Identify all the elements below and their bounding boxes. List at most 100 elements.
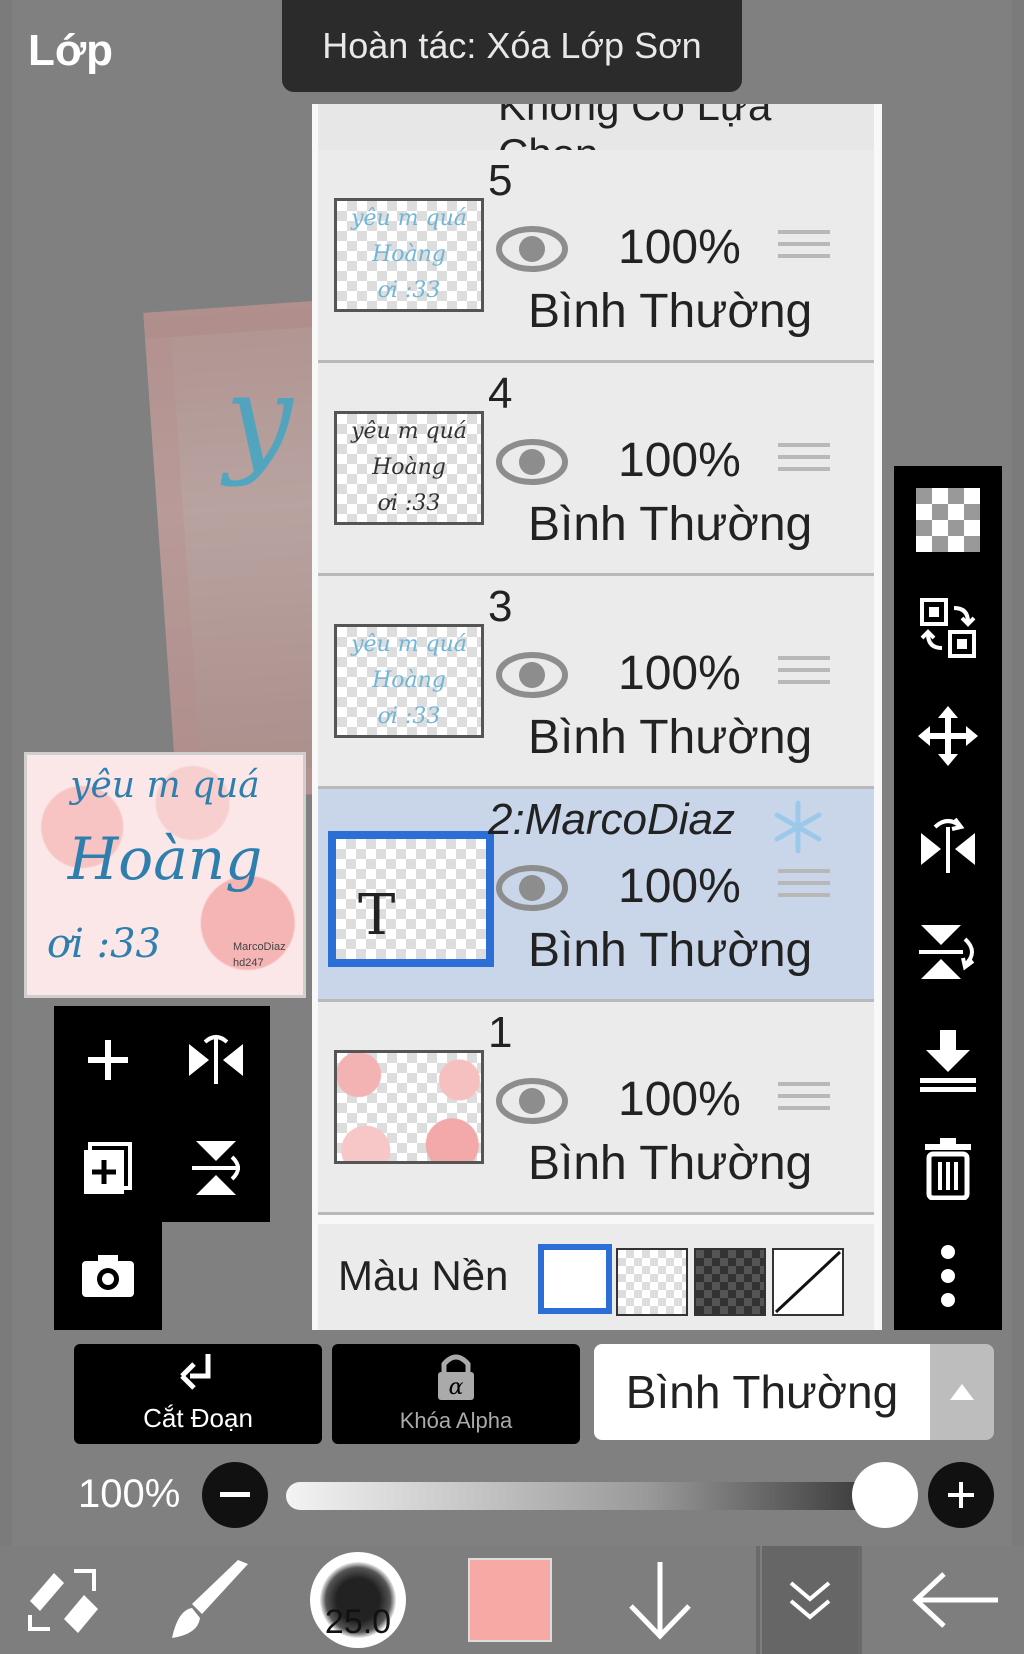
layer-row-3[interactable]: yêu m quá Hoàng ơi :33 3 100% Bình Thườn… xyxy=(318,576,874,789)
layer-thumbnail: yêu m quá Hoàng ơi :33 xyxy=(334,624,484,738)
preview-signature-id: hd247 xyxy=(233,957,264,969)
layer-row-1[interactable]: 1 100% Bình Thường xyxy=(318,1002,874,1215)
transparency-button[interactable] xyxy=(894,466,1002,574)
minus-icon xyxy=(220,1492,250,1497)
opacity-slider[interactable] xyxy=(286,1482,886,1510)
alpha-lock-button[interactable]: α Khóa Alpha xyxy=(332,1344,580,1444)
eye-icon[interactable] xyxy=(496,1076,568,1126)
lock-icon: α xyxy=(438,1354,474,1400)
flip-h-icon xyxy=(921,817,975,873)
flip-horizontal-button[interactable] xyxy=(162,1006,270,1114)
drag-handle-icon[interactable] xyxy=(778,230,830,270)
layer-list[interactable]: Không Có Lựa Chọn yêu m quá Hoàng ơi :33… xyxy=(312,104,882,1330)
duplicate-layer-button[interactable] xyxy=(54,1114,162,1222)
flip-vertical-button[interactable] xyxy=(162,1114,270,1222)
more-button[interactable] xyxy=(894,1222,1002,1330)
text-layer-glyph: T xyxy=(358,883,396,948)
background-color-label: Màu Nền xyxy=(338,1252,509,1299)
selection-row[interactable]: Không Có Lựa Chọn xyxy=(318,104,874,153)
layer-panel-button[interactable] xyxy=(762,1546,858,1654)
layer-thumbnail: yêu m quá Hoàng ơi :33 xyxy=(334,411,484,525)
blend-mode-toggle[interactable] xyxy=(930,1344,994,1440)
eye-icon[interactable] xyxy=(496,863,568,913)
swap-button[interactable] xyxy=(894,574,1002,682)
no-selection-label: Không Có Lựa Chọn xyxy=(498,104,772,150)
layer-row-5[interactable]: yêu m quá Hoàng ơi :33 5 100% Bình Thườn… xyxy=(318,150,874,363)
triangle-up-icon xyxy=(950,1384,974,1400)
layer-thumbnail xyxy=(334,1050,484,1164)
thumb-text: ơi :33 xyxy=(377,491,441,516)
back-button[interactable] xyxy=(900,1546,1010,1654)
bg-swatch-light-checker[interactable] xyxy=(616,1248,688,1316)
panel-title: Lớp xyxy=(28,26,114,75)
thumb-text: yêu m quá xyxy=(351,419,467,444)
eye-icon[interactable] xyxy=(496,437,568,487)
merge-down-button[interactable] xyxy=(894,1006,1002,1114)
drag-handle-icon[interactable] xyxy=(778,1082,830,1122)
bg-swatch-dark-checker[interactable] xyxy=(694,1248,766,1316)
delete-layer-button[interactable] xyxy=(894,1114,1002,1222)
layer-row-2-selected[interactable]: T 2:MarcoDiaz 100% Bình Thường xyxy=(318,789,874,1002)
left-toolbar-extra xyxy=(54,1222,162,1330)
flip-h-button[interactable] xyxy=(894,790,1002,898)
layer-down-button[interactable] xyxy=(610,1546,710,1654)
double-chevron-down-icon xyxy=(789,1581,831,1620)
preview-signature: MarcoDiaz xyxy=(233,941,286,953)
layer-opacity: 100% xyxy=(618,1073,741,1126)
flip-v-icon xyxy=(919,925,975,979)
thumb-text: Hoàng xyxy=(372,242,446,267)
add-layer-button[interactable] xyxy=(54,1006,162,1114)
layer-row-4[interactable]: yêu m quá Hoàng ơi :33 4 100% Bình Thườn… xyxy=(318,363,874,576)
bg-swatch-none[interactable] xyxy=(772,1248,844,1316)
opacity-decrease-button[interactable] xyxy=(202,1462,268,1528)
opacity-slider-knob[interactable] xyxy=(852,1462,918,1528)
undo-toast: Hoàn tác: Xóa Lớp Sơn xyxy=(282,0,742,92)
preview-line-2: Hoàng xyxy=(67,825,263,893)
drag-handle-icon[interactable] xyxy=(778,656,830,696)
appbar-divider xyxy=(756,1546,760,1654)
drag-handle-icon[interactable] xyxy=(778,443,830,483)
camera-icon xyxy=(82,1255,134,1297)
brush-size-button[interactable]: 25.0 xyxy=(306,1546,410,1654)
bottom-app-bar: 25.0 xyxy=(0,1546,1024,1654)
eye-icon[interactable] xyxy=(496,650,568,700)
layer-thumbnail: T xyxy=(328,831,494,967)
left-toolbar xyxy=(54,1006,270,1222)
transform-tool-button[interactable] xyxy=(14,1546,114,1654)
alpha-lock-label: Khóa Alpha xyxy=(399,1408,513,1433)
layer-opacity: 100% xyxy=(618,860,741,913)
layer-opacity: 100% xyxy=(618,434,741,487)
thumb-text: yêu m quá xyxy=(351,206,467,231)
canvas-preview[interactable]: yêu m quá Hoàng ơi :33 MarcoDiaz hd247 xyxy=(24,752,306,998)
color-button[interactable] xyxy=(460,1546,560,1654)
layer-blend-mode: Bình Thường xyxy=(528,498,813,551)
flip-v-button[interactable] xyxy=(894,898,1002,1006)
eye-icon[interactable] xyxy=(496,224,568,274)
move-icon xyxy=(918,706,978,766)
drag-handle-icon[interactable] xyxy=(778,869,830,909)
layer-thumbnail: yêu m quá Hoàng ơi :33 xyxy=(334,198,484,312)
import-photo-button[interactable] xyxy=(54,1222,162,1330)
bg-swatch-white[interactable] xyxy=(538,1244,612,1314)
layer-name: 3 xyxy=(488,582,513,631)
move-button[interactable] xyxy=(894,682,1002,790)
add-layer-icon xyxy=(88,1040,128,1080)
blend-mode-select[interactable]: Bình Thường xyxy=(594,1344,930,1440)
layer-blend-mode: Bình Thường xyxy=(528,285,813,338)
thumb-text: Hoàng xyxy=(372,455,446,480)
flip-horizontal-icon xyxy=(189,1035,243,1084)
thumb-text: yêu m quá xyxy=(351,632,467,657)
background-color-row: Màu Nền xyxy=(318,1224,874,1330)
appbar-divider xyxy=(858,1546,862,1654)
brush-size-value: 25.0 xyxy=(324,1603,392,1641)
opacity-increase-button[interactable] xyxy=(928,1462,994,1528)
svg-text:α: α xyxy=(449,1375,464,1400)
clipping-arrow-icon xyxy=(180,1354,211,1390)
preview-line-3: ơi :33 xyxy=(47,921,161,967)
more-icon xyxy=(941,1245,955,1307)
swap-icon xyxy=(920,598,976,658)
merge-down-icon xyxy=(920,1030,976,1092)
clipping-button[interactable]: Cắt Đoạn xyxy=(74,1344,322,1444)
brush-tool-button[interactable] xyxy=(160,1546,260,1654)
right-toolbar xyxy=(894,466,1002,1330)
